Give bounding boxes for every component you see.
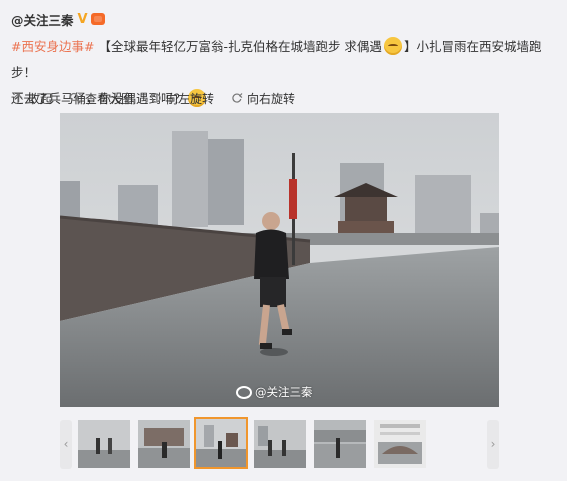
- thumbnail[interactable]: [374, 420, 426, 468]
- pray-emoji-icon: [383, 37, 402, 55]
- thumbs-prev-button[interactable]: ‹: [60, 420, 72, 469]
- main-photo[interactable]: [60, 113, 499, 407]
- chevron-right-icon: ›: [490, 437, 496, 451]
- rotate-left-label: 向左旋转: [166, 91, 215, 106]
- collapse-label: 收起: [28, 91, 53, 106]
- collapse-icon: [11, 91, 24, 105]
- chevron-left-icon: ‹: [63, 437, 69, 451]
- thumbnail[interactable]: [78, 420, 130, 468]
- author-name[interactable]: @关注三秦: [11, 10, 74, 29]
- rotate-left-icon: [149, 92, 162, 105]
- collapse-button[interactable]: 收起: [11, 90, 52, 106]
- image-toolbar: 收起 查看大图 向左旋转 向右旋转: [11, 90, 311, 106]
- thumbnail[interactable]: [138, 420, 190, 468]
- weibo-logo-icon: [236, 385, 252, 399]
- thumbnail-strip: ‹ ›: [60, 416, 499, 472]
- image-watermark: @关注三秦: [236, 384, 313, 400]
- thumbs-next-button[interactable]: ›: [487, 420, 499, 469]
- view-large-button[interactable]: 查看大图: [68, 90, 133, 106]
- verified-badge-icon: V: [77, 11, 88, 27]
- view-large-label: 查看大图: [85, 91, 134, 106]
- watermark-text: @关注三秦: [255, 385, 313, 399]
- rotate-right-icon: [230, 92, 243, 105]
- rotate-right-button[interactable]: 向右旋转: [230, 90, 295, 106]
- search-icon: [68, 92, 81, 105]
- thumbnail-active[interactable]: [194, 417, 248, 469]
- rotate-right-label: 向右旋转: [247, 91, 296, 106]
- rotate-left-button[interactable]: 向左旋转: [149, 90, 214, 106]
- post-text-part-1: 【全球最年轻亿万富翁-扎克伯格在城墙跑步 求偶遇: [98, 39, 382, 54]
- thumbnail[interactable]: [314, 420, 366, 468]
- member-crown-icon: [90, 13, 105, 25]
- topic-link[interactable]: #西安身边事#: [11, 39, 94, 54]
- thumbnail[interactable]: [254, 420, 306, 468]
- weibo-post: @关注三秦 V #西安身边事# 【全球最年轻亿万富翁-扎克伯格在城墙跑步 求偶遇…: [0, 0, 567, 481]
- post-header: @关注三秦 V: [11, 9, 105, 29]
